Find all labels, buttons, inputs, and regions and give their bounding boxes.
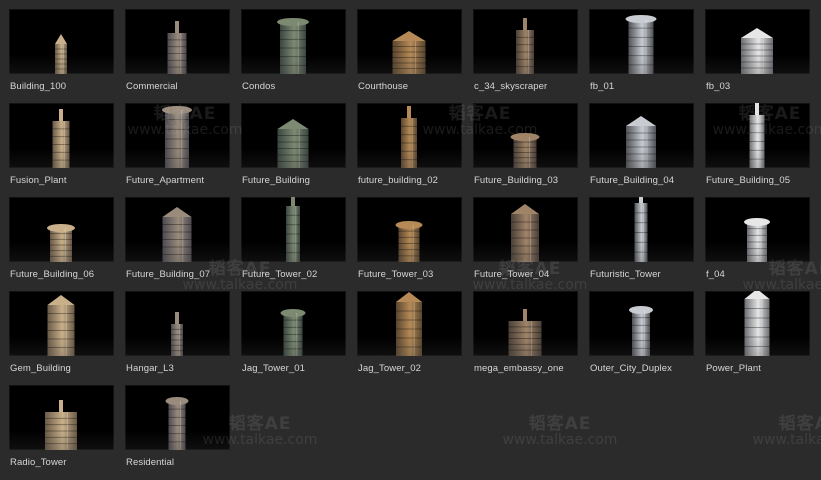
future-tower-02-thumbnail[interactable] <box>241 197 346 262</box>
asset-tile[interactable]: fb_03 <box>705 9 810 103</box>
asset-tile[interactable]: Future_Building_07 <box>125 197 230 291</box>
jag-tower-02-thumbnail[interactable] <box>357 291 462 356</box>
future-building-07-thumbnail[interactable] <box>125 197 230 262</box>
future-building-thumbnail[interactable] <box>241 103 346 168</box>
asset-label: Building_100 <box>10 81 67 92</box>
residential-thumbnail[interactable] <box>125 385 230 450</box>
asset-tile[interactable]: f_04 <box>705 197 810 291</box>
asset-label: Fusion_Plant <box>10 175 67 186</box>
condos-thumbnail[interactable] <box>241 9 346 74</box>
building-100-thumbnail[interactable] <box>9 9 114 74</box>
commercial-thumbnail[interactable] <box>125 9 230 74</box>
asset-tile[interactable]: Fusion_Plant <box>9 103 114 197</box>
asset-label: Future_Building_06 <box>10 269 95 280</box>
asset-tile[interactable]: Jag_Tower_01 <box>241 291 346 385</box>
asset-tile[interactable]: Future_Tower_03 <box>357 197 462 291</box>
asset-label: Future_Tower_02 <box>242 269 318 280</box>
asset-tile[interactable]: mega_embassy_one <box>473 291 578 385</box>
asset-label: Future_Building <box>242 175 311 186</box>
mega-embassy-thumbnail[interactable] <box>473 291 578 356</box>
future-building-02-thumbnail[interactable] <box>357 103 462 168</box>
asset-label: Condos <box>242 81 276 92</box>
asset-tile[interactable]: Future_Building <box>241 103 346 197</box>
asset-tile[interactable]: Outer_City_Duplex <box>589 291 694 385</box>
future-building-03-thumbnail[interactable] <box>473 103 578 168</box>
asset-tile[interactable]: Power_Plant <box>705 291 810 385</box>
asset-label: Gem_Building <box>10 363 71 374</box>
future-building-05-thumbnail[interactable] <box>705 103 810 168</box>
asset-tile[interactable]: Radio_Tower <box>9 385 114 479</box>
asset-label: Future_Tower_03 <box>358 269 434 280</box>
asset-label: fb_03 <box>706 81 731 92</box>
asset-tile[interactable]: c_34_skyscraper <box>473 9 578 103</box>
asset-tile[interactable]: Future_Building_05 <box>705 103 810 197</box>
asset-label: c_34_skyscraper <box>474 81 548 92</box>
asset-label: Outer_City_Duplex <box>590 363 672 374</box>
asset-label: Commercial <box>126 81 178 92</box>
future-apartment-thumbnail[interactable] <box>125 103 230 168</box>
asset-tile[interactable]: Future_Building_04 <box>589 103 694 197</box>
future-tower-04-thumbnail[interactable] <box>473 197 578 262</box>
asset-tile[interactable]: Residential <box>125 385 230 479</box>
fusion-plant-thumbnail[interactable] <box>9 103 114 168</box>
asset-tile[interactable]: Hangar_L3 <box>125 291 230 385</box>
f-04-thumbnail[interactable] <box>705 197 810 262</box>
futuristic-tower-thumbnail[interactable] <box>589 197 694 262</box>
future-building-06-thumbnail[interactable] <box>9 197 114 262</box>
asset-tile[interactable]: Building_100 <box>9 9 114 103</box>
asset-tile[interactable]: fb_01 <box>589 9 694 103</box>
asset-tile[interactable]: Courthouse <box>357 9 462 103</box>
jag-tower-01-thumbnail[interactable] <box>241 291 346 356</box>
gem-building-thumbnail[interactable] <box>9 291 114 356</box>
asset-tile[interactable]: Gem_Building <box>9 291 114 385</box>
asset-label: Future_Building_04 <box>590 175 675 186</box>
future-building-04-thumbnail[interactable] <box>589 103 694 168</box>
asset-label: Futuristic_Tower <box>590 269 661 280</box>
asset-label: future_building_02 <box>358 175 438 186</box>
asset-tile[interactable]: Commercial <box>125 9 230 103</box>
fb-01-thumbnail[interactable] <box>589 9 694 74</box>
asset-label: Future_Building_05 <box>706 175 791 186</box>
asset-label: Courthouse <box>358 81 409 92</box>
courthouse-thumbnail[interactable] <box>357 9 462 74</box>
radio-tower-thumbnail[interactable] <box>9 385 114 450</box>
asset-label: Hangar_L3 <box>126 363 174 374</box>
asset-label: Future_Building_07 <box>126 269 211 280</box>
asset-tile[interactable]: Future_Tower_02 <box>241 197 346 291</box>
hangar-l3-thumbnail[interactable] <box>125 291 230 356</box>
asset-tile[interactable]: Futuristic_Tower <box>589 197 694 291</box>
asset-label: Future_Tower_04 <box>474 269 550 280</box>
asset-label: Power_Plant <box>706 363 761 374</box>
future-tower-03-thumbnail[interactable] <box>357 197 462 262</box>
asset-label: Jag_Tower_01 <box>242 363 305 374</box>
asset-tile[interactable]: Future_Apartment <box>125 103 230 197</box>
asset-label: fb_01 <box>590 81 615 92</box>
asset-tile[interactable]: future_building_02 <box>357 103 462 197</box>
asset-tile[interactable]: Future_Tower_04 <box>473 197 578 291</box>
asset-label: Future_Building_03 <box>474 175 559 186</box>
asset-label: Radio_Tower <box>10 457 67 468</box>
asset-tile[interactable]: Future_Building_06 <box>9 197 114 291</box>
fb-03-thumbnail[interactable] <box>705 9 810 74</box>
asset-label: Jag_Tower_02 <box>358 363 421 374</box>
skyscraper-thumbnail[interactable] <box>473 9 578 74</box>
asset-tile[interactable]: Future_Building_03 <box>473 103 578 197</box>
asset-label: mega_embassy_one <box>474 363 564 374</box>
asset-grid: Building_100 Commercial Condos Courthous… <box>9 9 810 479</box>
asset-label: Future_Apartment <box>126 175 205 186</box>
outer-city-duplex-thumbnail[interactable] <box>589 291 694 356</box>
asset-tile[interactable]: Jag_Tower_02 <box>357 291 462 385</box>
asset-tile[interactable]: Condos <box>241 9 346 103</box>
asset-label: f_04 <box>706 269 725 280</box>
power-plant-thumbnail[interactable] <box>705 291 810 356</box>
asset-label: Residential <box>126 457 175 468</box>
